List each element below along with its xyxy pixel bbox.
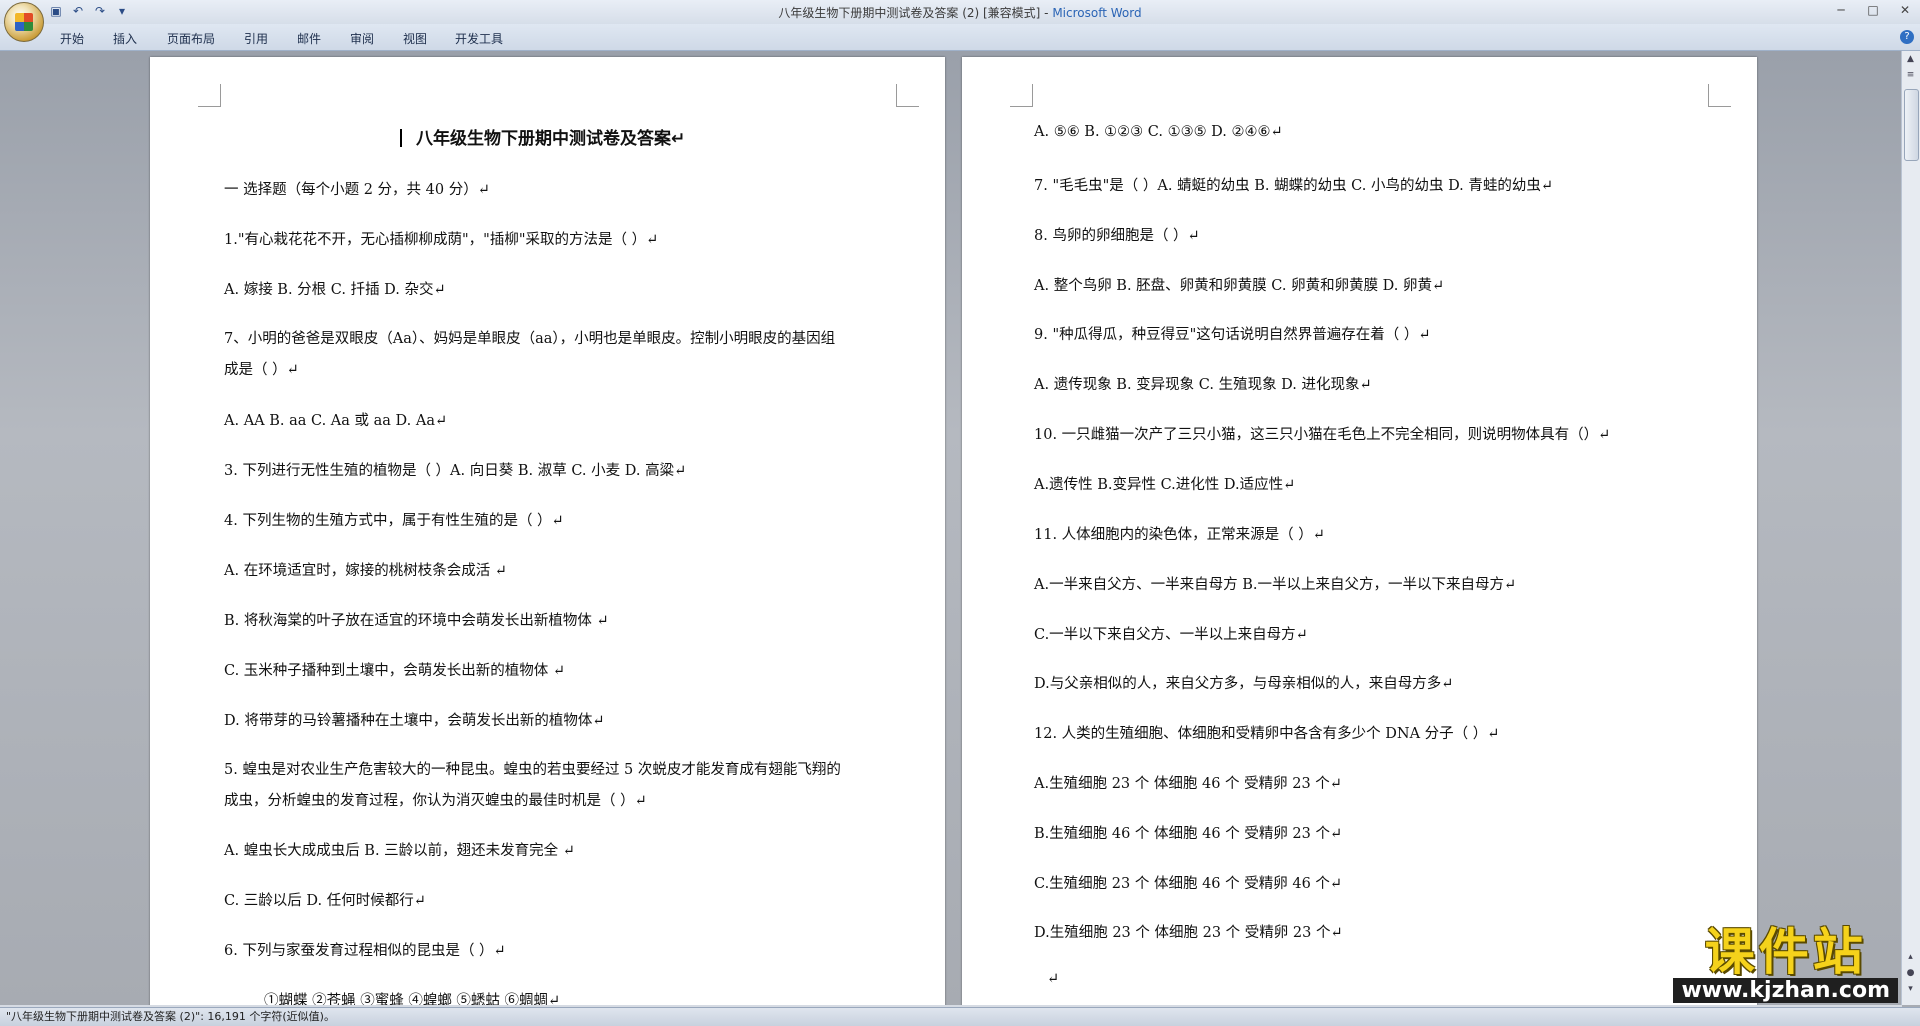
doc-line: C.一半以下来自父方、一半以上来自母方↵ bbox=[1034, 627, 1308, 643]
window-title: 八年级生物下册期中测试卷及答案 (2) [兼容模式] - Microsoft W… bbox=[0, 4, 1920, 21]
doc-line: 1."有心栽花花不开，无心插柳柳成荫"，"插柳"采取的方法是（ ）↵ bbox=[224, 232, 659, 248]
window-controls: ─ □ ✕ bbox=[1832, 2, 1914, 18]
tab-insert[interactable]: 插入 bbox=[113, 30, 137, 47]
minimize-icon[interactable]: ─ bbox=[1832, 2, 1850, 18]
crop-mark bbox=[1010, 84, 1033, 107]
doc-line: C.生殖细胞 23 个 体细胞 46 个 受精卵 46 个↵ bbox=[1034, 876, 1343, 892]
tab-references[interactable]: 引用 bbox=[244, 30, 268, 47]
app-name: Microsoft Word bbox=[1052, 6, 1142, 20]
status-text: "八年级生物下册期中测试卷及答案 (2)": 16,191 个字符(近似值)。 bbox=[6, 1010, 335, 1023]
doc-line: ①蝴蝶 ②苍蝇 ③蜜蜂 ④蝗螂 ⑤蟋蛄 ⑥蜩蜩↵ bbox=[264, 993, 561, 1005]
vertical-scrollbar[interactable]: ▲ ≡ ▴ ● ▾ bbox=[1901, 51, 1920, 1005]
doc-line: 一 选择题（每个小题 2 分，共 40 分）↵ bbox=[224, 182, 490, 198]
text-cursor bbox=[400, 129, 402, 147]
doc-line: A.一半来自父方、一半来自母方 B.一半以上来自父方，一半以下来自母方↵ bbox=[1034, 577, 1517, 593]
doc-line: 9. "种瓜得瓜，种豆得豆"这句话说明自然界普遍存在着（ ）↵ bbox=[1034, 327, 1431, 343]
doc-line: 8. 鸟卵的卵细胞是（ ）↵ bbox=[1034, 228, 1200, 244]
doc-line: B. 将秋海棠的叶子放在适宜的环境中会萌发长出新植物体 ↵ bbox=[224, 613, 609, 629]
document-title-heading: 八年级生物下册期中测试卷及答案↵ bbox=[400, 124, 685, 149]
tab-developer[interactable]: 开发工具 bbox=[455, 30, 503, 47]
doc-line: A. AA B. aa C. Aa 或 aa D. Aa↵ bbox=[224, 413, 448, 429]
doc-line: 6. 下列与家蚕发育过程相似的昆虫是（ ）↵ bbox=[224, 943, 506, 959]
next-page-icon[interactable]: ▾ bbox=[1904, 983, 1917, 996]
doc-line: A. 嫁接 B. 分根 C. 扦插 D. 杂交↵ bbox=[224, 282, 446, 298]
tab-home[interactable]: 开始 bbox=[60, 30, 84, 47]
doc-line: ↵ bbox=[1047, 971, 1060, 987]
document-title: 八年级生物下册期中测试卷及答案 (2) [兼容模式] - bbox=[778, 6, 1053, 20]
watermark-logo: 课件站 www.kjzhan.com bbox=[1673, 924, 1898, 1003]
document-area: 八年级生物下册期中测试卷及答案↵ 一 选择题（每个小题 2 分，共 40 分）↵… bbox=[0, 51, 1902, 1005]
doc-line: 7、小明的爸爸是双眼皮（Aa）、妈妈是单眼皮（aa），小明也是单眼皮。控制小明眼… bbox=[224, 331, 836, 347]
crop-mark bbox=[1708, 84, 1731, 107]
tab-mailings[interactable]: 邮件 bbox=[297, 30, 321, 47]
doc-line: A.遗传性 B.变异性 C.进化性 D.适应性↵ bbox=[1034, 477, 1296, 493]
tab-review[interactable]: 审阅 bbox=[350, 30, 374, 47]
office-logo-icon bbox=[15, 13, 33, 31]
doc-line: C. 三龄以后 D. 任何时候都行↵ bbox=[224, 893, 426, 909]
doc-line: 成是（ ）↵ bbox=[224, 362, 299, 378]
select-browse-object-icon[interactable]: ● bbox=[1904, 967, 1917, 980]
crop-mark bbox=[198, 84, 221, 107]
document-page-1[interactable]: 八年级生物下册期中测试卷及答案↵ 一 选择题（每个小题 2 分，共 40 分）↵… bbox=[150, 57, 945, 1005]
doc-line: 10. 一只雌猫一次产了三只小猫，这三只小猫在毛色上不完全相同，则说明物体具有（… bbox=[1034, 427, 1611, 443]
doc-line: 成虫，分析蝗虫的发育过程，你认为消灭蝗虫的最佳时机是（ ）↵ bbox=[224, 793, 647, 809]
doc-line: 3. 下列进行无性生殖的植物是（ ）A. 向日葵 B. 淑草 C. 小麦 D. … bbox=[224, 463, 687, 479]
title-bar: ▣ ↶ ↷ ▾ 八年级生物下册期中测试卷及答案 (2) [兼容模式] - Mic… bbox=[0, 0, 1920, 42]
crop-mark bbox=[896, 84, 919, 107]
close-icon[interactable]: ✕ bbox=[1896, 2, 1914, 18]
doc-line: A. ⑤⑥ B. ①②③ C. ①③⑤ D. ②④⑥↵ bbox=[1034, 124, 1283, 140]
tab-view[interactable]: 视图 bbox=[403, 30, 427, 47]
scrollbar-thumb[interactable] bbox=[1904, 89, 1919, 161]
scroll-up-icon[interactable]: ▲ bbox=[1904, 53, 1917, 66]
watermark-title: 课件站 bbox=[1704, 923, 1867, 981]
ruler-toggle-icon[interactable]: ≡ bbox=[1904, 69, 1917, 82]
doc-line: D.生殖细胞 23 个 体细胞 23 个 受精卵 23 个↵ bbox=[1034, 925, 1343, 941]
doc-line: A. 整个鸟卵 B. 胚盘、卵黄和卵黄膜 C. 卵黄和卵黄膜 D. 卵黄↵ bbox=[1034, 278, 1445, 294]
doc-line: 11. 人体细胞内的染色体，正常来源是（ ）↵ bbox=[1034, 527, 1325, 543]
document-page-2[interactable]: A. ⑤⑥ B. ①②③ C. ①③⑤ D. ②④⑥↵ 7. "毛毛虫"是（ ）… bbox=[962, 57, 1757, 1005]
doc-line: A. 在环境适宜时，嫁接的桃树枝条会成活 ↵ bbox=[224, 563, 507, 579]
doc-line: 12. 人类的生殖细胞、体细胞和受精卵中各含有多少个 DNA 分子（ ）↵ bbox=[1034, 726, 1500, 742]
office-button[interactable] bbox=[4, 2, 44, 42]
doc-line: C. 玉米种子播种到土壤中，会萌发长出新的植物体 ↵ bbox=[224, 663, 566, 679]
help-icon[interactable]: ? bbox=[1900, 30, 1914, 44]
doc-line: A. 遗传现象 B. 变异现象 C. 生殖现象 D. 进化现象↵ bbox=[1034, 377, 1372, 393]
doc-line: 5. 蝗虫是对农业生产危害较大的一种昆虫。蝗虫的若虫要经过 5 次蜕皮才能发育成… bbox=[224, 762, 841, 778]
status-bar: "八年级生物下册期中测试卷及答案 (2)": 16,191 个字符(近似值)。 bbox=[0, 1007, 1920, 1026]
doc-line: 7. "毛毛虫"是（ ）A. 蜻蜓的幼虫 B. 蝴蝶的幼虫 C. 小鸟的幼虫 D… bbox=[1034, 178, 1554, 194]
previous-page-icon[interactable]: ▴ bbox=[1904, 951, 1917, 964]
doc-line: D.与父亲相似的人，来自父方多，与母亲相似的人，来自母方多↵ bbox=[1034, 676, 1454, 692]
doc-line: A. 蝗虫长大成成虫后 B. 三龄以前，翅还未发育完全 ↵ bbox=[224, 843, 575, 859]
doc-line: 4. 下列生物的生殖方式中，属于有性生殖的是（ ）↵ bbox=[224, 513, 564, 529]
maximize-icon[interactable]: □ bbox=[1864, 2, 1882, 18]
heading-text: 八年级生物下册期中测试卷及答案↵ bbox=[416, 129, 686, 149]
tab-page-layout[interactable]: 页面布局 bbox=[167, 30, 215, 47]
doc-line: A.生殖细胞 23 个 体细胞 46 个 受精卵 23 个↵ bbox=[1034, 776, 1342, 792]
ribbon-tabs: 开始 插入 页面布局 引用 邮件 审阅 视图 开发工具 ? bbox=[0, 24, 1920, 51]
doc-line: B.生殖细胞 46 个 体细胞 46 个 受精卵 23 个↵ bbox=[1034, 826, 1343, 842]
doc-line: D. 将带芽的马铃薯播种在土壤中，会萌发长出新的植物体↵ bbox=[224, 713, 605, 729]
watermark-url: www.kjzhan.com bbox=[1673, 978, 1898, 1003]
